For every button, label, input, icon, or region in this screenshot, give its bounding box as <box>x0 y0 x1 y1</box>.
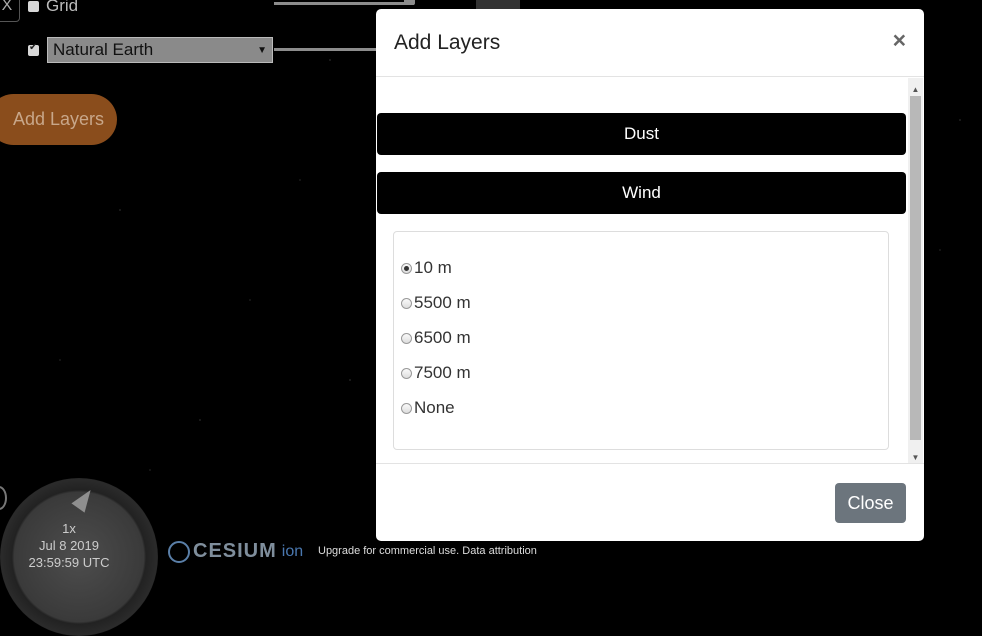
radio-button[interactable] <box>401 297 412 309</box>
chevron-down-icon: ▼ <box>257 44 267 56</box>
clock-speed: 1x <box>62 521 76 536</box>
modal-header: Add Layers × <box>376 9 924 77</box>
radio-label: 5500 m <box>414 293 471 312</box>
close-toolbar-label: X <box>1 0 13 14</box>
basemap-row: Natural Earth ▼ <box>28 37 273 63</box>
radio-label: None <box>414 398 455 417</box>
radio-button[interactable] <box>401 402 412 414</box>
radio-label: 10 m <box>414 258 452 277</box>
add-layers-button[interactable]: Add Layers <box>0 94 117 145</box>
basemap-checkbox[interactable] <box>28 42 39 56</box>
radio-button[interactable] <box>401 367 412 379</box>
grid-toggle[interactable]: Grid <box>28 0 78 16</box>
wind-layer-button[interactable]: Wind <box>377 172 906 214</box>
radio-option-none[interactable]: None <box>401 398 455 418</box>
add-layers-label: Add Layers <box>12 109 105 129</box>
radio-option-7500m[interactable]: 7500 m <box>401 363 471 383</box>
grid-opacity-slider-handle[interactable] <box>404 0 415 5</box>
basemap-opacity-slider[interactable] <box>274 48 378 51</box>
cesium-logo-icon <box>168 540 190 563</box>
modal-body: Dust Wind 10 m 5500 m 6500 m 7500 m None <box>376 78 924 464</box>
close-toolbar-button[interactable]: X <box>0 0 20 22</box>
close-icon[interactable]: × <box>893 29 906 52</box>
scrollbar-thumb[interactable] <box>910 96 921 440</box>
radio-option-5500m[interactable]: 5500 m <box>401 293 471 313</box>
radio-label: 6500 m <box>414 328 471 347</box>
wind-options-panel: 10 m 5500 m 6500 m 7500 m None <box>393 231 889 450</box>
radio-option-6500m[interactable]: 6500 m <box>401 328 471 348</box>
modal-scrollbar[interactable]: ▲ ▼ <box>908 78 923 464</box>
cesium-logo-word: CESIUM <box>193 540 277 562</box>
scroll-down-arrow-icon[interactable]: ▼ <box>908 450 923 464</box>
cesium-ion-logo[interactable]: CESIUM ion <box>168 540 303 563</box>
close-button[interactable]: Close <box>835 483 906 523</box>
grid-label: Grid <box>46 0 79 15</box>
modal-title: Add Layers <box>394 31 501 54</box>
add-layers-modal: Add Layers × Dust Wind 10 m 5500 m 6500 … <box>376 9 924 541</box>
radio-button[interactable] <box>401 332 412 344</box>
radio-button[interactable] <box>401 262 412 274</box>
basemap-select-value: Natural Earth <box>53 40 154 59</box>
radio-option-10m[interactable]: 10 m <box>401 258 452 278</box>
dust-layer-button[interactable]: Dust <box>377 113 906 155</box>
clock-date: Jul 8 2019 <box>39 538 99 553</box>
basemap-select[interactable]: Natural Earth ▼ <box>47 37 273 63</box>
clock-time: 23:59:59 UTC <box>28 555 110 570</box>
radio-label: 7500 m <box>414 363 471 382</box>
modal-footer: Close <box>376 463 924 541</box>
grid-opacity-slider[interactable] <box>274 2 414 5</box>
grid-checkbox[interactable] <box>28 0 39 12</box>
credits-text[interactable]: Upgrade for commercial use. Data attribu… <box>318 545 537 557</box>
scroll-up-arrow-icon[interactable]: ▲ <box>908 82 923 96</box>
